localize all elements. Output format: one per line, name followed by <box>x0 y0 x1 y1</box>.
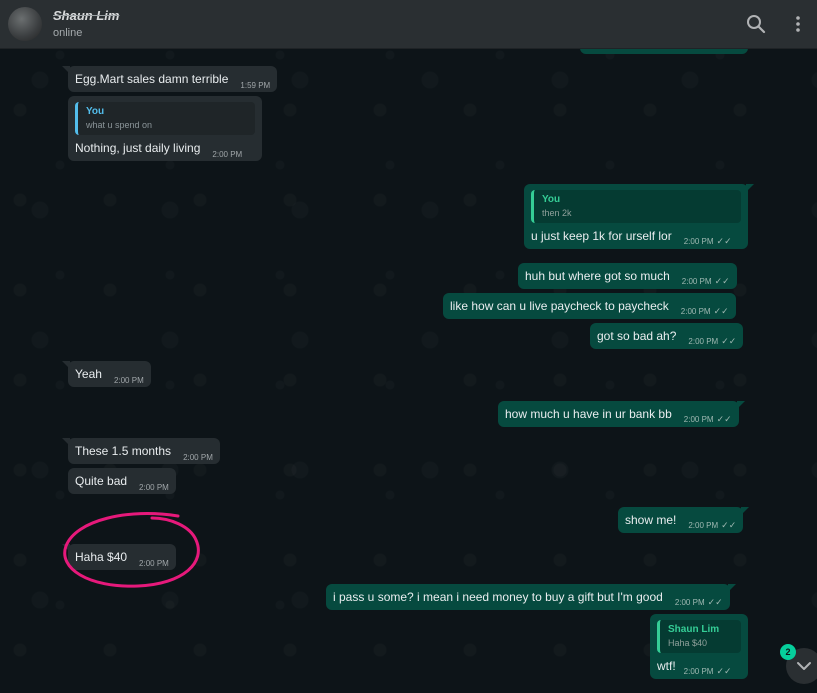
message-text: Nothing, just daily living <box>75 141 201 155</box>
message-meta: 2:00 PM ✓✓ <box>681 306 729 317</box>
message-time: 2:00 PM <box>674 598 705 607</box>
message-text: like how can u live paycheck to paycheck <box>450 299 669 313</box>
double-check-icon: ✓✓ <box>721 336 737 346</box>
quoted-message[interactable]: You what u spend on <box>75 102 255 135</box>
message-outgoing[interactable]: i pass u some? i mean i need money to bu… <box>326 584 736 610</box>
message-outgoing[interactable]: show me! 2:00 PM ✓✓ <box>618 507 750 533</box>
message-text: Quite bad <box>75 474 128 488</box>
message-time: 2:00 PM <box>680 307 711 316</box>
message-meta: 2:00 PM ✓✓ <box>682 276 730 287</box>
message-time: 2:00 PM <box>183 453 213 462</box>
message-outgoing[interactable]: You then 2k u just keep 1k for urself lo… <box>524 184 754 249</box>
message-meta: 2:00 PM ✓✓ <box>688 520 736 531</box>
contact-status: online <box>53 27 83 39</box>
message-text: how much u have in ur bank bb <box>505 407 672 421</box>
message-outgoing[interactable]: like how can u live paycheck to paycheck… <box>443 293 736 319</box>
double-check-icon: ✓✓ <box>716 414 732 424</box>
message-meta: 2:00 PM ✓✓ <box>684 666 732 677</box>
message-time: 2:00 PM <box>113 376 144 385</box>
message-outgoing[interactable]: Shaun Lim Haha $40 wtf! 2:00 PM ✓✓ <box>650 614 748 679</box>
quoted-message[interactable]: Shaun Lim Haha $40 <box>657 620 741 653</box>
message-text: Yeah <box>75 367 102 381</box>
message-incoming[interactable]: Quite bad 2:00 PM <box>68 468 176 494</box>
message-incoming[interactable]: Egg.Mart sales damn terrible 1:59 PM <box>61 66 278 92</box>
quote-text: Haha $40 <box>668 638 708 648</box>
unread-count-badge[interactable]: 2 <box>780 644 796 660</box>
message-text: Egg.Mart sales damn terrible <box>75 72 229 86</box>
message-meta: 2:00 PM ✓✓ <box>675 597 723 608</box>
message-outgoing[interactable]: got so bad ah? 2:00 PM ✓✓ <box>590 323 744 349</box>
message-time: 1:59 PM <box>240 81 271 90</box>
search-icon[interactable] <box>745 13 767 35</box>
chat-header[interactable]: Shaun Lim online <box>0 0 817 49</box>
message-time: 2:00 PM <box>683 415 714 424</box>
message-meta: 2:00 PM ✓✓ <box>684 236 732 247</box>
message-text: wtf! <box>657 659 676 673</box>
quote-text: what u spend on <box>86 120 153 130</box>
menu-icon[interactable] <box>787 13 809 35</box>
double-check-icon: ✓✓ <box>716 236 732 246</box>
message-text: huh but where got so much <box>525 269 670 283</box>
double-check-icon: ✓✓ <box>707 597 723 607</box>
message-outgoing[interactable]: huh but where got so much 2:00 PM ✓✓ <box>518 263 737 289</box>
message-time: 2:00 PM <box>139 559 169 568</box>
message-incoming[interactable]: These 1.5 months 2:00 PM <box>62 438 220 464</box>
quote-author: Shaun Lim <box>668 624 720 635</box>
double-check-icon: ✓✓ <box>713 306 729 316</box>
message-meta: 2:00 PM ✓✓ <box>688 336 736 347</box>
message-time: 2:00 PM <box>139 483 169 492</box>
message-time: 2:00 PM <box>683 237 714 246</box>
contact-avatar[interactable] <box>8 7 42 41</box>
double-check-icon: ✓✓ <box>721 520 737 530</box>
message-text: got so bad ah? <box>597 329 677 343</box>
message-time: 2:00 PM <box>688 521 719 530</box>
message-text: show me! <box>625 513 677 527</box>
message-meta: 2:00 PM ✓✓ <box>684 414 732 425</box>
quote-text: then 2k <box>542 208 572 218</box>
message-time: 2:00 PM <box>688 337 719 346</box>
message-text: Haha $40 <box>75 550 128 564</box>
message-time: 2:00 PM <box>212 150 243 159</box>
chat-window: Shaun Lim online Egg.Mart sales damn ter… <box>0 0 817 693</box>
message-time: 2:00 PM <box>681 277 712 286</box>
message-outgoing[interactable]: how much u have in ur bank bb 2:00 PM ✓✓ <box>498 401 745 427</box>
message-incoming-highlighted[interactable]: Haha $40 2:00 PM <box>62 544 176 570</box>
quote-author: You <box>542 194 561 205</box>
message-incoming[interactable]: You what u spend on Nothing, just daily … <box>68 96 262 161</box>
double-check-icon: ✓✓ <box>716 666 732 676</box>
message-text: i pass u some? i mean i need money to bu… <box>333 590 663 604</box>
message-text: u just keep 1k for urself lor <box>531 229 672 243</box>
message-incoming[interactable]: Yeah 2:00 PM <box>62 361 151 387</box>
contact-name[interactable]: Shaun Lim <box>53 8 119 23</box>
double-check-icon: ✓✓ <box>714 276 730 286</box>
quote-author: You <box>86 106 105 117</box>
message-time: 2:00 PM <box>683 667 714 676</box>
message-text: These 1.5 months <box>75 444 172 458</box>
quoted-message[interactable]: You then 2k <box>531 190 741 223</box>
